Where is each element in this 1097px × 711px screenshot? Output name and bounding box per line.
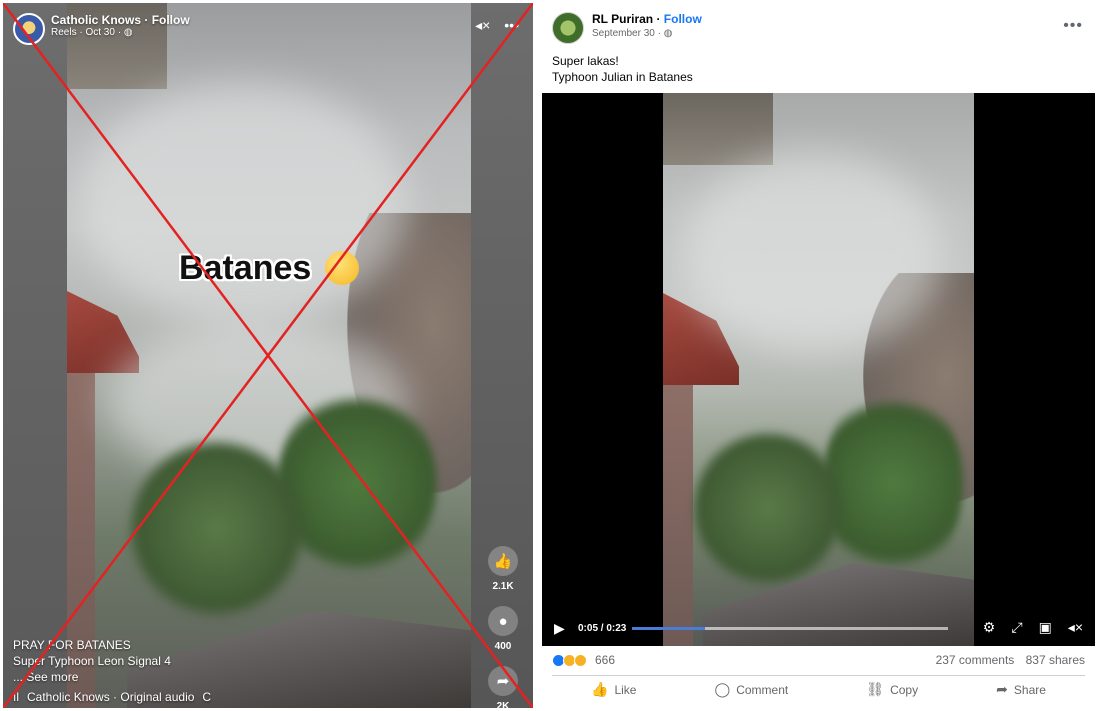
audio-wave-icon: ıl xyxy=(13,690,19,704)
post-header: RL Puriran · Follow September 30 · ◍ xyxy=(552,12,702,44)
more-dots-icon[interactable]: ••• xyxy=(504,17,519,34)
reel-panel: Catholic Knows · Follow Reels · Oct 30 ·… xyxy=(3,3,533,708)
video-frame xyxy=(663,93,974,646)
reel-top-icons: ◂× ••• xyxy=(475,17,519,34)
video-control-icons: ⚙ ⤢ ▣ ◂× xyxy=(983,619,1083,636)
reel-left-bar xyxy=(3,3,67,708)
thumbs-up-icon[interactable]: 👍 xyxy=(488,546,518,576)
gear-icon[interactable]: ⚙ xyxy=(983,619,996,636)
tree xyxy=(693,423,843,593)
overlay-caption: Batanes xyxy=(179,249,312,287)
reel-video[interactable] xyxy=(67,3,471,708)
copy-label: Copy xyxy=(890,682,919,697)
picture-in-picture-icon[interactable]: ▣ xyxy=(1039,619,1052,636)
post-date[interactable]: September 30 · xyxy=(592,28,661,39)
share-count-link[interactable]: 837 shares xyxy=(1026,653,1085,667)
fog xyxy=(683,153,943,353)
speaker-muted-icon[interactable]: ◂× xyxy=(1068,619,1083,636)
fullscreen-icon[interactable]: ⤢ xyxy=(1011,619,1022,636)
comment-bubble-icon: ◯ xyxy=(714,681,731,697)
copy-button[interactable]: ⛓ Copy xyxy=(866,681,918,698)
video-progress-fill xyxy=(632,627,705,630)
comment-label: Comment xyxy=(736,682,789,697)
see-more-link[interactable]: ... See more xyxy=(13,669,211,685)
stats-right: 237 comments 837 shares xyxy=(928,653,1085,667)
avatar[interactable] xyxy=(13,13,45,45)
tree xyxy=(127,433,307,623)
audio-label[interactable]: Catholic Knows · Original audio xyxy=(27,690,194,704)
speaker-muted-icon[interactable]: ◂× xyxy=(475,17,490,34)
wow-reaction-icon xyxy=(574,653,587,667)
globe-icon: ◍ xyxy=(663,28,673,39)
share-button[interactable]: ➦ Share xyxy=(996,681,1046,698)
post-text-line-1: Super lakas! xyxy=(552,54,619,68)
post-text: Super lakas! Typhoon Julian in Batanes xyxy=(552,53,693,85)
comment-button[interactable]: ◯ Comment xyxy=(715,681,789,698)
post-video[interactable]: ▶ 0:05 / 0:23 ⚙ ⤢ ▣ ◂× xyxy=(542,93,1095,646)
reel-action-rail: 👍 2.1K ● 400 ➦ 2K xyxy=(485,546,521,708)
more-dots-icon[interactable]: ••• xyxy=(1063,17,1083,35)
play-icon[interactable]: ▶ xyxy=(554,620,568,637)
post-stats: 666 237 comments 837 shares xyxy=(552,653,1085,667)
share-label: Share xyxy=(1013,682,1046,697)
tree xyxy=(823,383,963,583)
audio-row: ıl Catholic Knows · Original audio C xyxy=(13,690,211,704)
comment-count: 400 xyxy=(494,641,512,652)
reaction-count: 666 xyxy=(595,653,616,667)
post-follow-link[interactable]: Follow xyxy=(664,12,702,26)
caption-line-2: Super Typhoon Leon Signal 4 xyxy=(13,654,171,668)
video-time: 0:05 / 0:23 xyxy=(578,622,627,634)
audio-extra: C xyxy=(202,690,212,704)
reel-header: Catholic Knows · Follow Reels · Oct 30 ·… xyxy=(13,13,190,45)
reel-date: Reels · Oct 30 · xyxy=(51,27,122,38)
thumbs-up-icon: 👍 xyxy=(591,681,609,697)
like-label: Like xyxy=(614,682,637,697)
post-author-name[interactable]: RL Puriran xyxy=(592,12,653,26)
comment-bubble-icon[interactable]: ● xyxy=(488,606,518,636)
post-date-line: September 30 · ◍ xyxy=(592,27,702,40)
reel-caption: PRAY FOR BATANES Super Typhoon Leon Sign… xyxy=(13,637,211,704)
reel-author-name[interactable]: Catholic Knows xyxy=(51,13,141,27)
reel-follow-link[interactable]: Follow xyxy=(152,13,190,27)
caption-line-1: PRAY FOR BATANES xyxy=(13,638,131,652)
like-button[interactable]: 👍 Like xyxy=(591,681,636,698)
post-text-line-2: Typhoon Julian in Batanes xyxy=(552,70,693,84)
link-icon: ⛓ xyxy=(866,681,885,697)
reaction-summary[interactable]: 666 xyxy=(552,653,615,667)
globe-icon: ◍ xyxy=(123,27,133,38)
pensive-emoji-icon xyxy=(325,251,359,285)
like-count: 2.1K xyxy=(492,581,514,592)
share-arrow-icon: ➦ xyxy=(996,681,1008,697)
left-wall xyxy=(663,385,693,646)
roof-eave xyxy=(663,93,773,165)
comment-count-link[interactable]: 237 comments xyxy=(936,653,1015,667)
reel-subline: Reels · Oct 30 · ◍ xyxy=(51,27,190,39)
share-count: 2K xyxy=(496,701,510,708)
facebook-post: RL Puriran · Follow September 30 · ◍ •••… xyxy=(542,3,1095,708)
share-arrow-icon[interactable]: ➦ xyxy=(488,666,518,696)
post-actions: 👍 Like ◯ Comment ⛓ Copy ➦ Share xyxy=(552,681,1085,698)
reel-author-line: Catholic Knows · Follow xyxy=(51,13,190,27)
avatar[interactable] xyxy=(552,12,584,44)
divider xyxy=(552,675,1085,676)
video-progress-bar[interactable] xyxy=(632,627,948,630)
video-controls: ▶ 0:05 / 0:23 ⚙ ⤢ ▣ ◂× xyxy=(542,613,1095,643)
post-author-line: RL Puriran · Follow xyxy=(592,12,702,26)
